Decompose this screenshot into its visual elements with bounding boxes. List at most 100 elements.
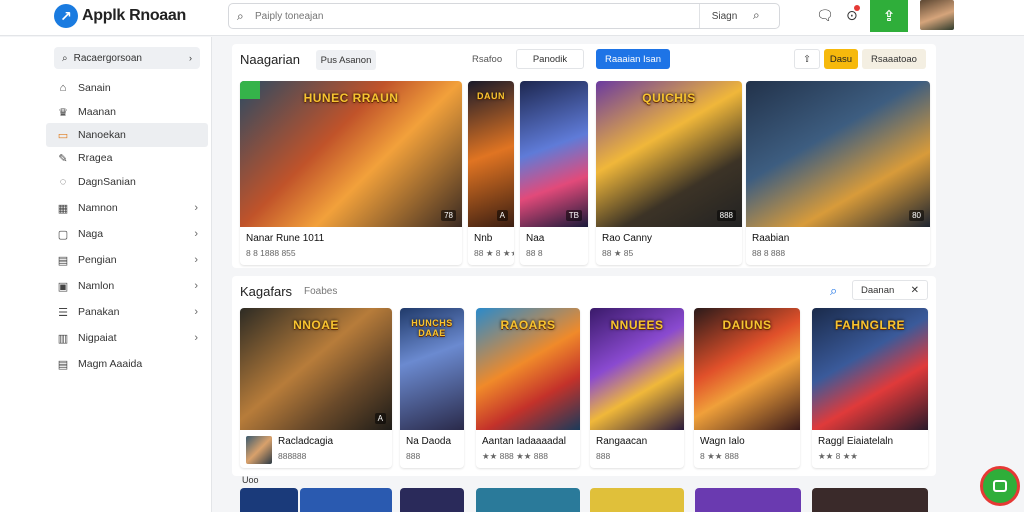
sidebar-item[interactable]: ▤ Pengian › [46, 248, 208, 272]
section-subtitle: Foabes [304, 286, 338, 297]
search-bar[interactable]: ⌕ Siagn ⌕ [228, 3, 780, 29]
game-art-title: NNOAE [293, 318, 339, 332]
game-cover-image[interactable] [520, 81, 588, 227]
sidebar-item[interactable]: ✎ Rragea [46, 146, 208, 170]
grid-icon: ▦ [57, 202, 69, 215]
game-title[interactable]: Rangaacan [596, 436, 680, 447]
game-card-partial[interactable] [300, 488, 392, 512]
game-art-title: RAOARS [500, 318, 556, 332]
sort-select[interactable]: Panodik [516, 49, 584, 69]
game-title[interactable]: Naa [526, 233, 584, 244]
sidebar-item-label: Rragea [78, 152, 113, 164]
filter-chip[interactable]: Pus Asanon [316, 50, 376, 70]
doc-icon: ▤ [57, 358, 69, 371]
game-title[interactable]: Raabian [752, 233, 926, 244]
game-card[interactable]: 80 Raabian 88 8 888 [746, 81, 930, 265]
sidebar-item[interactable]: ♛ Maanan [46, 100, 208, 124]
sidebar-item[interactable]: ☰ Panakan › [46, 300, 208, 324]
game-card[interactable]: HUNEC RRAUN 78 Nanar Rune 1011 8 8 1888 855 [240, 81, 462, 265]
chevron-right-icon: › [194, 254, 198, 266]
sidebar-item[interactable]: ▢ Naga › [46, 222, 208, 246]
search-submit-icon[interactable]: ⌕ [753, 8, 760, 23]
game-title[interactable]: Aantan Iadaaaadal [482, 436, 576, 447]
game-card-partial[interactable] [812, 488, 928, 512]
sidebar-category-select[interactable]: ⌕ Racaergorsoan › [54, 47, 200, 69]
search-button[interactable]: Siagn [699, 4, 749, 28]
card-icon: ▥ [57, 332, 69, 345]
primary-action-button[interactable]: Raaaian Isan [596, 49, 670, 69]
game-rating: 8 8 1888 855 [246, 248, 296, 258]
sidebar-item-label: Naga [78, 228, 104, 240]
game-card[interactable]: TB Naa 88 8 [520, 81, 588, 265]
sidebar-item-label: Sanain [78, 82, 111, 94]
pen-icon: ✎ [58, 152, 68, 165]
upload-button[interactable]: ⇪ [870, 0, 908, 32]
sidebar-item-label: Namlon [78, 280, 115, 292]
game-card[interactable]: DAIUNS Wagn Ialo 8 ★★ 888 [694, 308, 800, 468]
sidebar-item-label: DagnSanian [78, 176, 136, 188]
game-card[interactable]: FAHNGLRE Raggl Eiaiatelaln ★★ 8 ★★ [812, 308, 928, 468]
sidebar-item[interactable]: ▭ Nanoekan [46, 123, 208, 147]
notification-dot [853, 5, 860, 11]
game-cover-image[interactable] [468, 81, 514, 227]
game-title[interactable]: Raggl Eiaiatelaln [818, 436, 924, 447]
media-badge: A [374, 413, 386, 424]
game-title[interactable]: Rao Canny [602, 233, 738, 244]
filter-chip[interactable]: Daanan ✕ [852, 280, 928, 300]
game-card-partial[interactable] [695, 488, 801, 512]
chat-icon: ◌ [59, 176, 67, 188]
game-card[interactable]: DAUN A Nnb 88 ★ 8 ★★ [468, 81, 514, 265]
game-card-partial[interactable] [240, 488, 298, 512]
message-icon[interactable]: 🗨 [816, 7, 834, 24]
section-title: Kagafars [240, 284, 293, 299]
chevron-right-icon: › [194, 332, 198, 344]
games-section: Kagafars Foabes ⌕ Daanan ✕ NNOAE A Racladc… [232, 276, 936, 476]
sidebar-item[interactable]: ▤ Magm Aaaida [46, 352, 208, 376]
game-rating: 88 ★ 85 [602, 248, 634, 258]
game-card[interactable]: RAOARS Aantan Iadaaaadal ★★ 888 ★★ 888 [476, 308, 580, 468]
game-title[interactable]: Wagn Ialo [700, 436, 796, 447]
yellow-chip[interactable]: Dasu [824, 49, 858, 69]
game-cover-image[interactable] [746, 81, 930, 227]
game-art-title: DAUN [477, 91, 505, 101]
sidebar-item[interactable]: ▣ Namlon › [46, 274, 208, 298]
floating-action-button[interactable] [980, 466, 1020, 506]
doc-icon: ▤ [57, 254, 69, 267]
game-rating: 888 [406, 451, 421, 461]
close-icon[interactable]: ✕ [911, 285, 919, 296]
sidebar: ⌕ Racaergorsoan › ⌂ Sanain ♛ Maanan ▭ Nanoeka… [0, 37, 212, 512]
game-title[interactable]: Nnb [474, 233, 510, 244]
game-rating: 88 8 888 [752, 248, 786, 258]
logo-mark-icon: ↗ [54, 4, 78, 28]
new-corner-badge [240, 81, 260, 99]
search-input[interactable] [255, 7, 695, 25]
game-card[interactable]: HUNCHS DAAE Na Daoda 888 [400, 308, 464, 468]
notification-icon[interactable]: ⊙ [846, 5, 860, 24]
game-title[interactable]: Nanar Rune 1011 [246, 233, 458, 244]
app-logo[interactable]: ↗ Applk Rnoaan [54, 4, 186, 28]
game-rating: ★★ 8 ★★ [818, 451, 858, 461]
filter-chip-label: Daanan [861, 284, 895, 296]
sidebar-item[interactable]: ⌂ Sanain [46, 76, 208, 100]
game-card-partial[interactable] [590, 488, 684, 512]
game-card-partial[interactable] [476, 488, 580, 512]
search-icon[interactable]: ⌕ [830, 283, 837, 299]
game-title[interactable]: Na Daoda [406, 436, 460, 447]
user-avatar[interactable] [920, 0, 954, 30]
game-card[interactable]: NNOAE A Racladcagia 888888 [240, 308, 392, 468]
game-art-title: FAHNGLRE [835, 318, 905, 332]
game-card[interactable]: QUICHIS 888 Rao Canny 88 ★ 85 [596, 81, 742, 265]
media-badge: TB [565, 210, 582, 221]
sidebar-item[interactable]: ▦ Namnon › [46, 196, 208, 220]
game-rating: 8 ★★ 888 [700, 451, 739, 461]
sidebar-item-label: Maanan [78, 106, 116, 118]
game-card[interactable]: NNUEES Rangaacan 888 [590, 308, 684, 468]
logo-text: Applk Rnoaan [82, 7, 186, 24]
beige-chip[interactable]: Rsaaatoao [862, 49, 926, 69]
share-icon[interactable]: ⇧ [794, 49, 820, 69]
sidebar-item[interactable]: ▥ Nigpaiat › [46, 326, 208, 350]
game-card-partial[interactable] [400, 488, 464, 512]
featured-section: Naagarian Pus Asanon Rsafoo Panodik Raaa… [232, 44, 936, 268]
game-title[interactable]: Racladcagia [278, 436, 388, 447]
sidebar-item[interactable]: ◌ DagnSanian [46, 170, 208, 194]
